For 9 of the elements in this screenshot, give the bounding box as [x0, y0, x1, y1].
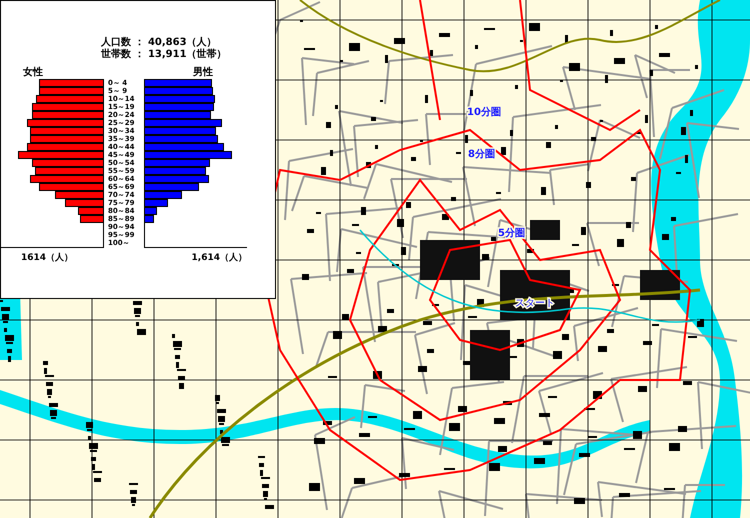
male-label: 男性 [193, 67, 213, 79]
zone-label: 10分圏 [467, 107, 501, 118]
household-count: 世帯数 ： 13,911（世帯） [101, 49, 228, 61]
population-count: 人口数 ： 40,863（人） [101, 37, 218, 48]
female-label: 女性 [23, 67, 43, 79]
start-label: スタート [515, 298, 555, 309]
male-total: 1,614（人） [192, 252, 247, 264]
female-total: 1614（人） [21, 252, 74, 264]
zone-label: 8分圏 [468, 149, 495, 160]
